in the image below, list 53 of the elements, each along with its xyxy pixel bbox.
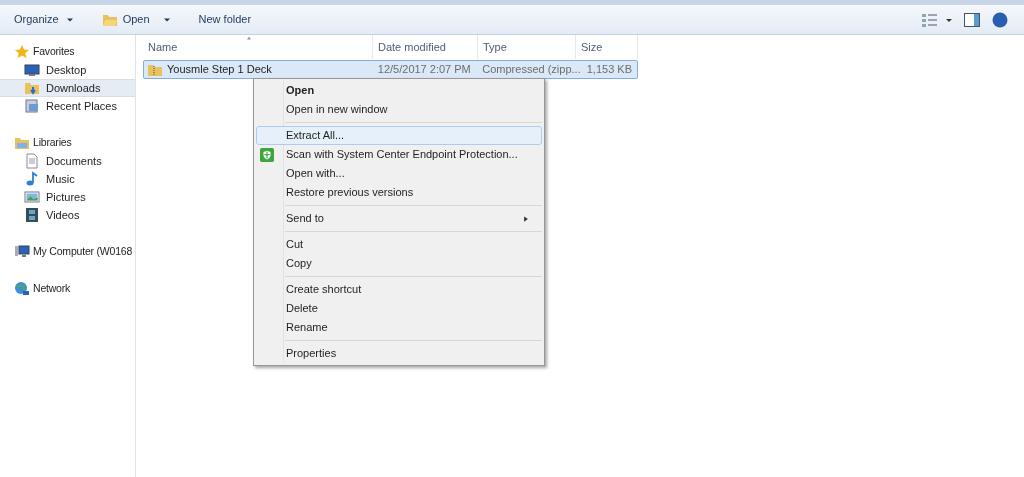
nav-group[interactable]: My Computer (W0168	[0, 243, 133, 261]
menu-item[interactable]: Rename	[256, 318, 542, 337]
menu-item[interactable]: Copy	[256, 254, 542, 273]
nav-item[interactable]: Videos	[0, 206, 135, 224]
file-size: 1,153 KB	[586, 62, 632, 78]
file-name: Yousmle Step 1 Deck	[167, 62, 272, 78]
menu-item[interactable]: Cut	[256, 235, 542, 254]
folder-icon	[24, 80, 40, 96]
library-folder-icon	[14, 135, 30, 151]
nav-group[interactable]: Favorites	[0, 43, 75, 61]
nav-item[interactable]: Downloads	[0, 79, 135, 97]
column-header[interactable]: Type	[483, 38, 507, 56]
nav-item[interactable]: Documents	[0, 152, 135, 170]
nav-group[interactable]: Network	[0, 280, 71, 298]
menu-item[interactable]: Scan with System Center Endpoint Protection...	[256, 145, 542, 164]
toolbar-button[interactable]: Organize	[8, 8, 80, 31]
menu-item[interactable]: Open in new window	[256, 100, 542, 119]
menu-item[interactable]: Properties	[256, 344, 542, 363]
column-header[interactable]: Name	[148, 38, 178, 56]
menu-item[interactable]: Restore previous versions	[256, 183, 542, 202]
music-note-icon	[24, 171, 40, 187]
shield-icon	[260, 147, 274, 162]
menu-item[interactable]: Open	[256, 81, 542, 100]
file-date: 12/5/2017 2:07 PM	[377, 62, 471, 78]
submenu-arrow-icon	[523, 214, 529, 223]
nav-group[interactable]: Libraries	[0, 134, 72, 152]
film-icon	[24, 207, 40, 223]
view-options-icon[interactable]	[922, 12, 952, 27]
nav-item[interactable]: Desktop	[0, 61, 135, 79]
file-type: Compressed (zipp...	[482, 62, 581, 78]
globe-icon	[14, 281, 30, 297]
column-header[interactable]: Size	[581, 38, 603, 56]
menu-item[interactable]: Extract All...	[256, 126, 542, 145]
monitor-icon	[24, 62, 40, 78]
menu-item[interactable]: Send to	[256, 209, 542, 228]
file-row[interactable]: Yousmle Step 1 Deck 12/5/2017 2:07 PM Compressed (zipp... 1,153 KB	[143, 60, 638, 79]
document-icon	[24, 153, 40, 169]
star-icon	[14, 44, 30, 60]
column-header[interactable]: Date modified	[378, 38, 446, 56]
sort-arrow-icon	[246, 36, 252, 40]
menu-item[interactable]: Create shortcut	[256, 280, 542, 299]
help-icon[interactable]	[992, 11, 1008, 28]
recent-places-icon	[24, 98, 40, 114]
computer-icon	[14, 244, 30, 260]
nav-item[interactable]: Recent Places	[0, 97, 135, 115]
preview-pane-icon[interactable]	[964, 12, 980, 27]
nav-item[interactable]: Pictures	[0, 188, 135, 206]
nav-item[interactable]: Music	[0, 170, 135, 188]
picture-icon	[24, 189, 40, 205]
toolbar-button[interactable]: New folder	[192, 8, 258, 31]
toolbar-button[interactable]: Open	[95, 8, 177, 31]
menu-item[interactable]: Delete	[256, 299, 542, 318]
menu-item[interactable]: Open with...	[256, 164, 542, 183]
